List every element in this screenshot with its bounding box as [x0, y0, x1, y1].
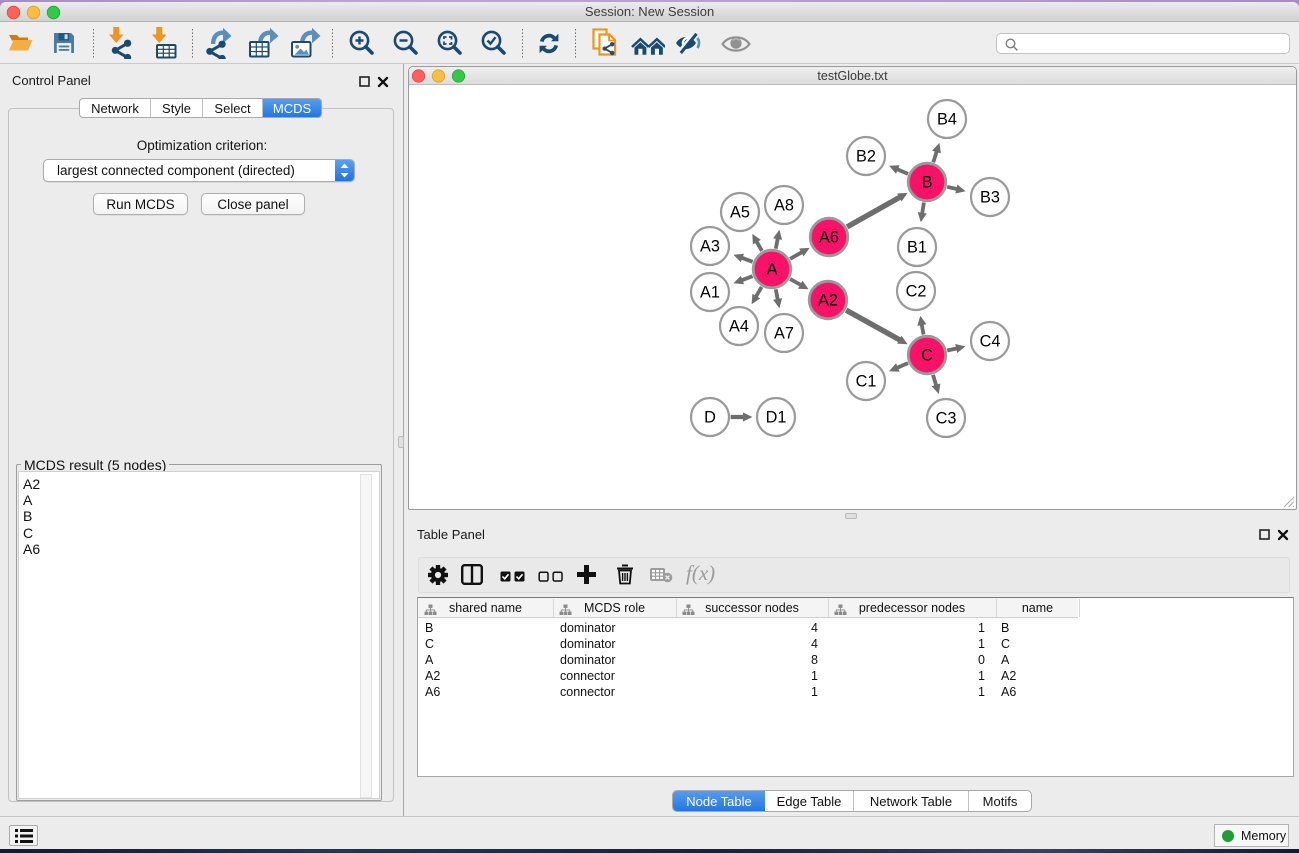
svg-text:C4: C4 — [980, 333, 1001, 351]
svg-text:C: C — [921, 347, 933, 365]
svg-text:A2: A2 — [818, 292, 838, 310]
svg-text:C1: C1 — [856, 373, 877, 391]
svg-text:A8: A8 — [774, 197, 794, 215]
svg-text:A6: A6 — [819, 229, 839, 247]
svg-text:A1: A1 — [700, 284, 720, 302]
svg-text:B: B — [922, 174, 933, 192]
svg-text:D: D — [704, 409, 716, 427]
svg-text:C3: C3 — [936, 410, 957, 428]
svg-text:B2: B2 — [856, 148, 876, 166]
svg-text:C2: C2 — [906, 283, 927, 301]
svg-text:D1: D1 — [766, 409, 787, 427]
svg-text:A5: A5 — [730, 204, 750, 222]
svg-text:A3: A3 — [700, 238, 720, 256]
svg-text:B4: B4 — [937, 111, 957, 129]
svg-text:A7: A7 — [774, 325, 794, 343]
svg-text:A: A — [767, 261, 778, 279]
svg-text:B1: B1 — [907, 239, 927, 257]
svg-text:B3: B3 — [980, 189, 1000, 207]
svg-text:A4: A4 — [729, 318, 749, 336]
